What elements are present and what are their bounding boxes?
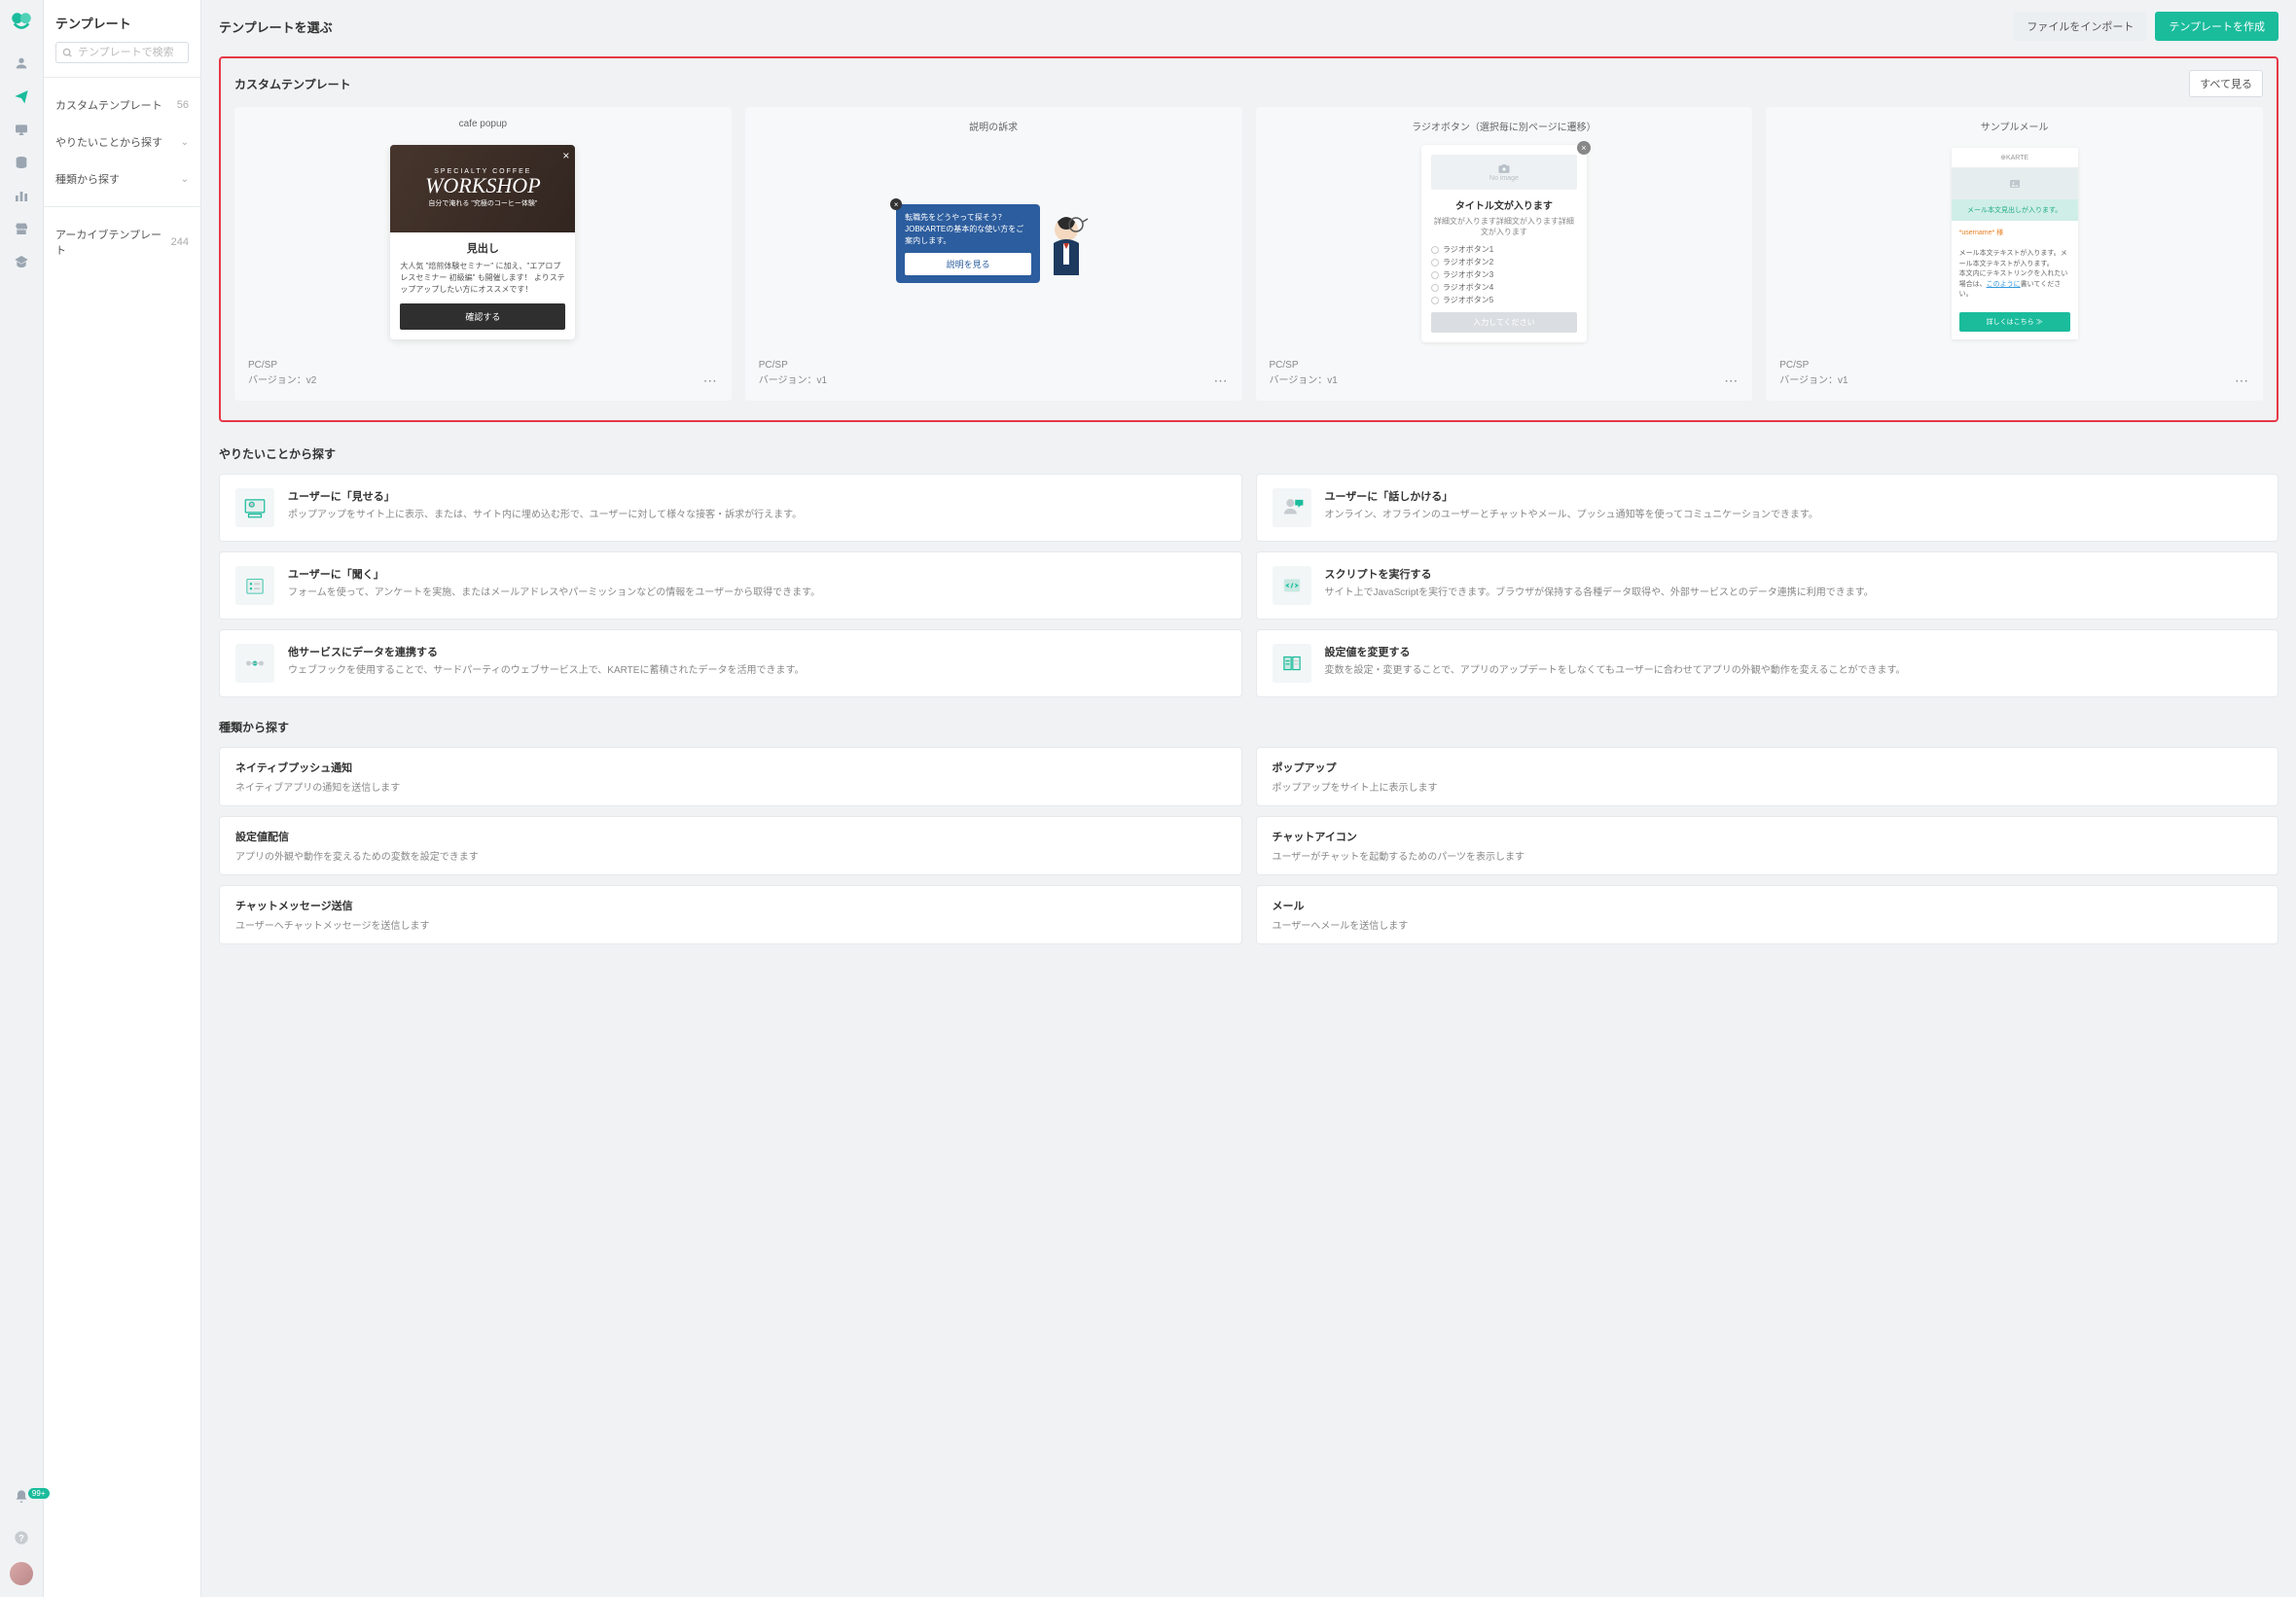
user-avatar[interactable] — [10, 1562, 33, 1585]
goal-card[interactable]: ユーザーに「聞く」フォームを使って、アンケートを実施、またはメールアドレスやパー… — [219, 551, 1242, 620]
page-title: テンプレートを選ぶ — [219, 18, 333, 36]
sidebar-item-type[interactable]: 種類から探す⌄ — [55, 165, 189, 193]
preview-bubble: × 転職先をどうやって探そう？JOBKARTEの基本的な使い方をご案内します。 … — [896, 204, 1091, 283]
card-title: 説明の訴求 — [745, 107, 1242, 141]
close-icon: × — [562, 149, 569, 162]
custom-templates-section: カスタムテンプレート すべて見る cafe popup × SPECIALTY … — [219, 56, 2278, 422]
type-card[interactable]: チャットメッセージ送信ユーザーへチャットメッセージを送信します — [219, 885, 1242, 944]
preview-popup: × SPECIALTY COFFEE WORKSHOP 自分で淹れる "究極のコ… — [390, 145, 575, 339]
icon-rail: 99+ ? — [0, 0, 44, 1597]
script-icon — [1273, 566, 1311, 605]
sidebar-item-archive[interactable]: アーカイブテンプレート244 — [55, 221, 189, 264]
sidebar-item-goal[interactable]: やりたいことから探す⌄ — [55, 128, 189, 156]
template-card[interactable]: cafe popup × SPECIALTY COFFEE WORKSHOP 自… — [234, 107, 732, 401]
see-all-button[interactable]: すべて見る — [2189, 70, 2263, 97]
nav-data-icon[interactable] — [0, 146, 44, 179]
close-icon: × — [890, 198, 902, 210]
more-icon[interactable]: ⋯ — [2235, 373, 2249, 389]
brand-logo[interactable] — [9, 10, 34, 35]
webhook-icon — [235, 644, 274, 683]
type-card[interactable]: ポップアップポップアップをサイト上に表示します — [1256, 747, 2279, 806]
more-icon[interactable]: ⋯ — [703, 373, 718, 389]
more-icon[interactable]: ⋯ — [1724, 373, 1739, 389]
goal-card[interactable]: 設定値を変更する変数を設定・変更することで、アプリのアップデートをしなくてもユー… — [1256, 629, 2279, 697]
help-icon[interactable]: ? — [0, 1521, 44, 1554]
sidebar-item-custom[interactable]: カスタムテンプレート56 — [55, 91, 189, 119]
goal-card[interactable]: ユーザーに「見せる」ポップアップをサイト上に表示、または、サイト内に埋め込む形で… — [219, 474, 1242, 542]
ask-icon — [235, 566, 274, 605]
nav-store-icon[interactable] — [0, 212, 44, 245]
notifications-badge: 99+ — [28, 1488, 50, 1499]
svg-text:?: ? — [18, 1533, 24, 1543]
types-heading: 種類から探す — [219, 719, 2278, 735]
card-title: cafe popup — [234, 107, 732, 137]
type-card[interactable]: メールユーザーへメールを送信します — [1256, 885, 2279, 944]
show-icon — [235, 488, 274, 527]
close-icon: × — [1577, 141, 1591, 155]
nav-users-icon[interactable] — [0, 47, 44, 80]
import-button[interactable]: ファイルをインポート — [2013, 12, 2147, 41]
talk-icon — [1273, 488, 1311, 527]
nav-analytics-icon[interactable] — [0, 179, 44, 212]
main-content: テンプレートを選ぶ ファイルをインポート テンプレートを作成 カスタムテンプレー… — [201, 0, 2296, 1597]
preview-email: ⊕KARTE メール本文見出しが入ります。 *username* 様 メール本文… — [1952, 148, 2078, 339]
create-button[interactable]: テンプレートを作成 — [2155, 12, 2278, 41]
more-icon[interactable]: ⋯ — [1214, 373, 1229, 389]
notifications-icon[interactable]: 99+ — [0, 1480, 44, 1513]
sidebar: テンプレート カスタムテンプレート56 やりたいことから探す⌄ 種類から探す⌄ … — [44, 0, 201, 1597]
nav-chat-icon[interactable] — [0, 113, 44, 146]
goals-heading: やりたいことから探す — [219, 445, 2278, 462]
goal-card[interactable]: スクリプトを実行するサイト上でJavaScriptを実行できます。ブラウザが保持… — [1256, 551, 2279, 620]
search-input[interactable] — [78, 47, 182, 58]
card-title: サンプルメール — [1766, 107, 2263, 141]
preview-radio: × No image タイトル文が入ります 詳細文が入ります詳細文が入ります詳細… — [1421, 145, 1587, 342]
type-card[interactable]: 設定値配信アプリの外観や動作を変えるための変数を設定できます — [219, 816, 1242, 875]
template-card[interactable]: ラジオボタン（選択毎に別ページに遷移） × No image タイトル文が入りま… — [1256, 107, 1753, 401]
settings-icon — [1273, 644, 1311, 683]
character-icon — [1042, 212, 1091, 275]
goal-card[interactable]: 他サービスにデータを連携するウェブフックを使用することで、サードパーティのウェブ… — [219, 629, 1242, 697]
nav-send-icon[interactable] — [0, 80, 44, 113]
nav-learn-icon[interactable] — [0, 245, 44, 278]
type-card[interactable]: ネイティブプッシュ通知ネイティブアプリの通知を送信します — [219, 747, 1242, 806]
search-input-wrap[interactable] — [55, 42, 189, 63]
template-card[interactable]: 説明の訴求 × 転職先をどうやって探そう？JOBKARTEの基本的な使い方をご案… — [745, 107, 1242, 401]
sidebar-title: テンプレート — [55, 14, 189, 32]
custom-heading: カスタムテンプレート — [234, 76, 351, 92]
image-icon — [2009, 179, 2021, 189]
chevron-down-icon: ⌄ — [181, 174, 189, 185]
template-card[interactable]: サンプルメール ⊕KARTE メール本文見出しが入ります。 *username*… — [1766, 107, 2263, 401]
type-card[interactable]: チャットアイコンユーザーがチャットを起動するためのパーツを表示します — [1256, 816, 2279, 875]
goal-card[interactable]: ユーザーに「話しかける」オンライン、オフラインのユーザーとチャットやメール、プッ… — [1256, 474, 2279, 542]
card-title: ラジオボタン（選択毎に別ページに遷移） — [1256, 107, 1753, 141]
image-icon — [1497, 163, 1511, 174]
search-icon — [62, 48, 73, 58]
chevron-down-icon: ⌄ — [181, 137, 189, 148]
